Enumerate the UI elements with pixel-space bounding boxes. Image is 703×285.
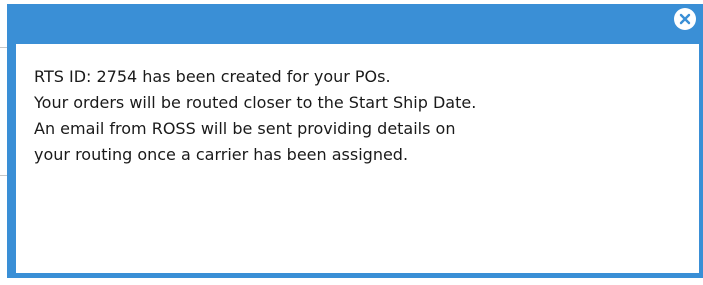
close-icon <box>679 13 691 25</box>
dialog-body: RTS ID: 2754 has been created for your P… <box>16 44 699 273</box>
message-line-carrier: your routing once a carrier has been ass… <box>34 145 409 164</box>
confirmation-dialog: RTS ID: 2754 has been created for your P… <box>7 4 703 278</box>
message-line-email: An email from ROSS will be sent providin… <box>34 119 456 138</box>
page: RTS ID: 2754 has been created for your P… <box>0 0 703 285</box>
message-line-routing: Your orders will be routed closer to the… <box>34 93 477 112</box>
close-button[interactable] <box>674 8 696 30</box>
message-line-rts-id: RTS ID: 2754 has been created for your P… <box>34 67 391 86</box>
